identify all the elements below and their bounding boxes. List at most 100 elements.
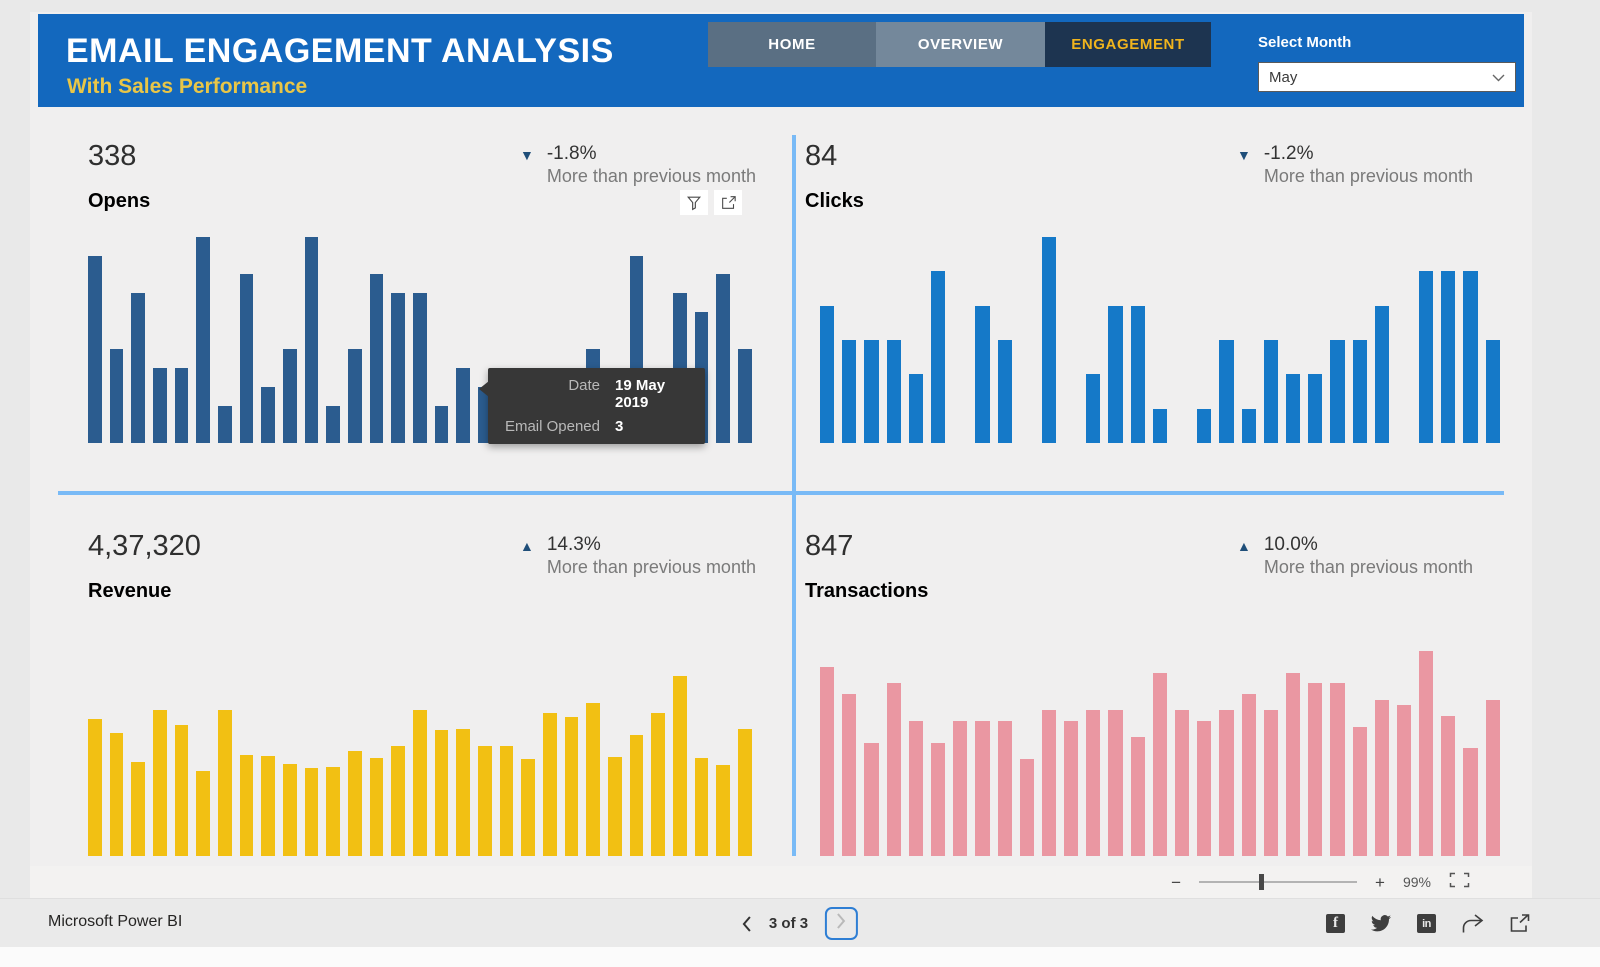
transactions-bar-day-20[interactable] <box>1242 694 1256 856</box>
transactions-bar-day-18[interactable] <box>1197 721 1211 856</box>
revenue-bar-day-19[interactable] <box>478 746 492 856</box>
revenue-bar-day-13[interactable] <box>348 751 362 856</box>
clicks-bar-day-18[interactable] <box>1197 409 1211 443</box>
clicks-bar-day-13[interactable] <box>1086 374 1100 443</box>
transactions-bar-day-14[interactable] <box>1108 710 1122 856</box>
revenue-bar-day-17[interactable] <box>435 730 449 856</box>
filter-icon[interactable] <box>680 190 708 215</box>
opens-bar-day-3[interactable] <box>131 293 145 443</box>
transactions-bar-day-15[interactable] <box>1131 737 1145 856</box>
transactions-bar-day-24[interactable] <box>1330 683 1344 856</box>
transactions-bar-day-27[interactable] <box>1397 705 1411 856</box>
clicks-bar-day-22[interactable] <box>1286 374 1300 443</box>
zoom-slider-thumb[interactable] <box>1259 874 1264 890</box>
zoom-slider[interactable] <box>1199 881 1357 883</box>
revenue-bar-day-23[interactable] <box>565 717 579 856</box>
clicks-bar-day-23[interactable] <box>1308 374 1322 443</box>
opens-bar-day-9[interactable] <box>261 387 275 443</box>
opens-bar-day-6[interactable] <box>196 237 210 443</box>
transactions-bar-day-25[interactable] <box>1353 727 1367 856</box>
transactions-bar-day-2[interactable] <box>842 694 856 856</box>
clicks-bar-day-25[interactable] <box>1353 340 1367 443</box>
revenue-bar-day-18[interactable] <box>456 729 470 856</box>
transactions-bar-day-9[interactable] <box>998 721 1012 856</box>
revenue-bar-day-16[interactable] <box>413 710 427 856</box>
transactions-bar-day-4[interactable] <box>887 683 901 856</box>
clicks-bar-day-24[interactable] <box>1330 340 1344 443</box>
transactions-bar-day-19[interactable] <box>1219 710 1233 856</box>
revenue-bar-day-20[interactable] <box>500 746 514 856</box>
opens-bar-day-5[interactable] <box>175 368 189 443</box>
clicks-bar-day-28[interactable] <box>1419 271 1433 443</box>
transactions-bar-day-26[interactable] <box>1375 700 1389 856</box>
transactions-bar-day-13[interactable] <box>1086 710 1100 856</box>
opens-bar-day-7[interactable] <box>218 406 232 443</box>
transactions-bar-day-7[interactable] <box>953 721 967 856</box>
transactions-bar-day-30[interactable] <box>1463 748 1477 856</box>
clicks-bar-day-9[interactable] <box>998 340 1012 443</box>
zoom-in-icon[interactable]: + <box>1375 874 1385 891</box>
revenue-bar-day-21[interactable] <box>521 759 535 856</box>
clicks-bar-day-11[interactable] <box>1042 237 1056 443</box>
opens-bar-day-18[interactable] <box>456 368 470 443</box>
revenue-bar-day-29[interactable] <box>695 758 709 856</box>
clicks-bar-day-19[interactable] <box>1219 340 1233 443</box>
revenue-bar-day-9[interactable] <box>261 756 275 856</box>
opens-bar-day-4[interactable] <box>153 368 167 443</box>
revenue-bar-day-5[interactable] <box>175 725 189 856</box>
revenue-bar-day-6[interactable] <box>196 771 210 856</box>
opens-bar-day-10[interactable] <box>283 349 297 443</box>
opens-bar-day-11[interactable] <box>305 237 319 443</box>
revenue-bar-day-1[interactable] <box>88 719 102 856</box>
revenue-bar-day-8[interactable] <box>240 755 254 856</box>
clicks-bar-day-20[interactable] <box>1242 409 1256 443</box>
opens-bar-day-15[interactable] <box>391 293 405 443</box>
chevron-left-icon[interactable] <box>742 915 752 933</box>
clicks-bar-day-26[interactable] <box>1375 306 1389 443</box>
transactions-bar-day-29[interactable] <box>1441 716 1455 856</box>
revenue-bar-day-31[interactable] <box>738 729 752 856</box>
zoom-out-icon[interactable]: − <box>1171 874 1181 891</box>
transactions-bar-day-8[interactable] <box>975 721 989 856</box>
linkedin-icon[interactable]: in <box>1417 914 1436 933</box>
opens-bar-day-17[interactable] <box>435 406 449 443</box>
focus-mode-icon[interactable] <box>714 190 742 215</box>
transactions-bar-day-11[interactable] <box>1042 710 1056 856</box>
revenue-bar-day-24[interactable] <box>586 703 600 856</box>
clicks-bar-day-15[interactable] <box>1131 306 1145 443</box>
transactions-bar-day-5[interactable] <box>909 721 923 856</box>
opens-bar-day-8[interactable] <box>240 274 254 443</box>
revenue-bar-day-28[interactable] <box>673 676 687 856</box>
transactions-bar-day-23[interactable] <box>1308 683 1322 856</box>
share-icon[interactable] <box>1461 914 1484 934</box>
tab-home[interactable]: HOME <box>708 22 876 67</box>
opens-bar-day-2[interactable] <box>110 349 124 443</box>
revenue-bar-day-27[interactable] <box>651 713 665 856</box>
transactions-bar-day-10[interactable] <box>1020 759 1034 856</box>
clicks-bar-day-8[interactable] <box>975 306 989 443</box>
opens-bar-day-31[interactable] <box>738 349 752 443</box>
transactions-bar-day-3[interactable] <box>864 743 878 856</box>
facebook-icon[interactable]: f <box>1326 914 1345 933</box>
revenue-bar-day-12[interactable] <box>326 767 340 856</box>
open-in-new-window-icon[interactable] <box>1509 914 1530 933</box>
opens-bar-day-13[interactable] <box>348 349 362 443</box>
transactions-bar-day-1[interactable] <box>820 667 834 856</box>
tab-engagement[interactable]: ENGAGEMENT <box>1045 22 1211 67</box>
revenue-bar-day-11[interactable] <box>305 768 319 856</box>
revenue-bar-day-26[interactable] <box>630 735 644 856</box>
revenue-bar-day-15[interactable] <box>391 746 405 856</box>
clicks-bar-day-1[interactable] <box>820 306 834 443</box>
clicks-bar-day-6[interactable] <box>931 271 945 443</box>
next-page-button[interactable] <box>825 907 858 940</box>
clicks-bar-day-5[interactable] <box>909 374 923 443</box>
tab-overview[interactable]: OVERVIEW <box>876 22 1045 67</box>
revenue-bar-day-7[interactable] <box>218 710 232 856</box>
clicks-bar-day-29[interactable] <box>1441 271 1455 443</box>
opens-bar-day-30[interactable] <box>716 274 730 443</box>
revenue-bar-day-25[interactable] <box>608 757 622 856</box>
opens-bar-day-14[interactable] <box>370 274 384 443</box>
opens-bar-day-16[interactable] <box>413 293 427 443</box>
clicks-bar-day-4[interactable] <box>887 340 901 443</box>
revenue-bar-day-30[interactable] <box>716 765 730 856</box>
